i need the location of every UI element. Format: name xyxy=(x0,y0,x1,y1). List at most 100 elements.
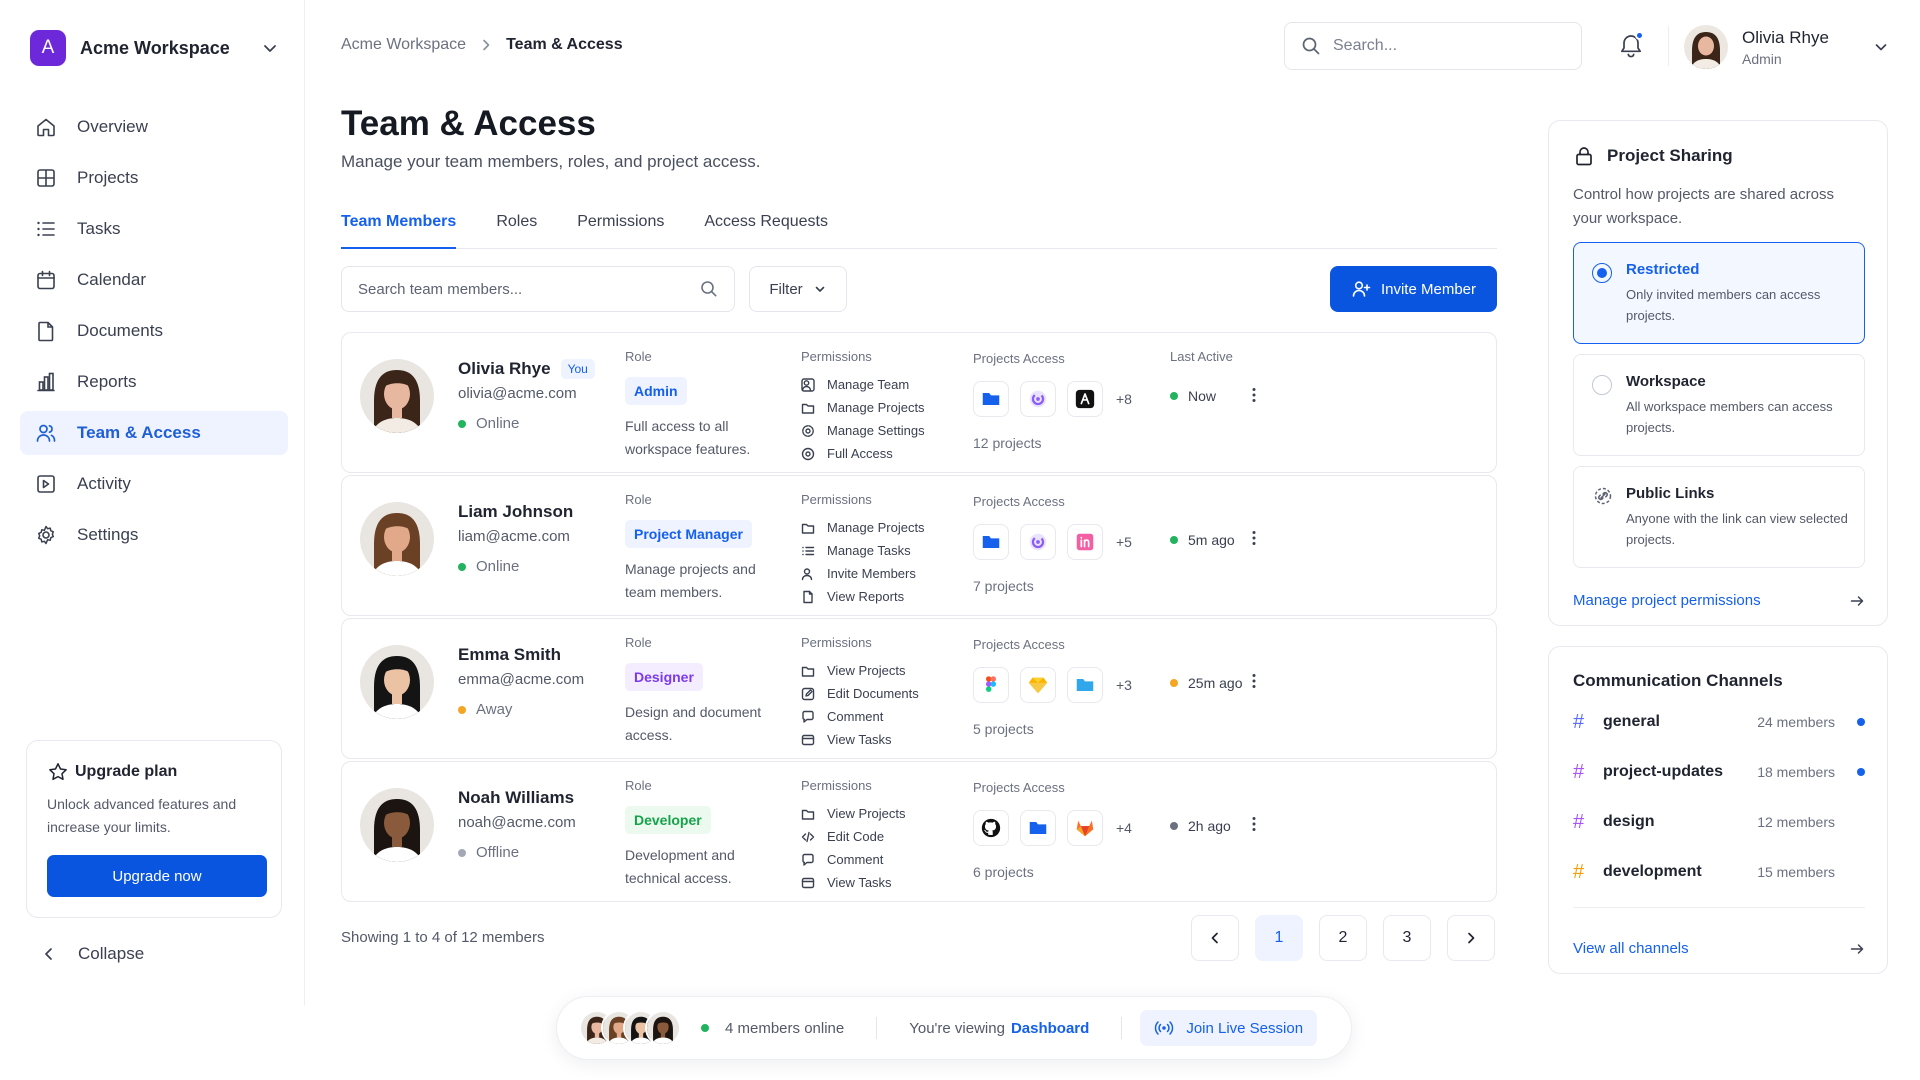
sidebar-item-calendar[interactable]: Calendar xyxy=(20,258,288,302)
more-projects-count[interactable]: +3 xyxy=(1116,677,1132,693)
global-search[interactable] xyxy=(1284,22,1582,70)
blue-folder-icon xyxy=(1029,822,1047,834)
next-page-button[interactable] xyxy=(1447,915,1495,961)
sharing-option-restricted[interactable]: Restricted Only invited members can acce… xyxy=(1573,242,1865,344)
more-projects-count[interactable]: +5 xyxy=(1116,534,1132,550)
member-name-row: Olivia Rhye You xyxy=(458,359,595,379)
sidebar-item-tasks[interactable]: Tasks xyxy=(20,207,288,251)
online-avatars xyxy=(579,1010,681,1046)
role-description: Design and document access. xyxy=(625,704,762,743)
chevron-down-icon xyxy=(264,45,276,52)
last-active: 2h ago xyxy=(1170,818,1231,834)
viewing-page-link[interactable]: Dashboard xyxy=(1011,1020,1089,1037)
sidebar-item-settings[interactable]: Settings xyxy=(20,513,288,557)
permission-list: View Projects Edit Documents Comment Vie… xyxy=(801,659,919,751)
radio-unselected[interactable] xyxy=(1592,375,1612,395)
member-row[interactable]: Noah Williams noah@acme.com Offline Role… xyxy=(341,761,1497,902)
project-tile[interactable] xyxy=(973,381,1009,417)
breadcrumb-parent[interactable]: Acme Workspace xyxy=(341,36,466,54)
project-tile[interactable] xyxy=(1067,667,1103,703)
project-tile[interactable] xyxy=(1020,381,1056,417)
projects-column-label: Projects Access xyxy=(973,780,1065,795)
folder-icon xyxy=(801,809,815,820)
project-tile[interactable] xyxy=(1067,524,1103,560)
tab-access-requests[interactable]: Access Requests xyxy=(704,213,828,249)
channel-item[interactable]: # design 12 members xyxy=(1573,810,1865,834)
grid-icon xyxy=(35,167,57,189)
user-menu[interactable]: Olivia Rhye Admin xyxy=(1684,24,1829,70)
workspace-switcher[interactable]: A Acme Workspace xyxy=(30,30,280,66)
task-icon xyxy=(801,734,815,745)
hash-icon: # xyxy=(1573,710,1585,733)
sharing-option-public-links[interactable]: Public Links Anyone with the link can vi… xyxy=(1573,466,1865,568)
channel-item[interactable]: # project-updates 18 members xyxy=(1573,760,1865,784)
sidebar-item-team-access[interactable]: Team & Access xyxy=(20,411,288,455)
role-column-label: Role xyxy=(625,635,652,650)
sidebar-item-reports[interactable]: Reports xyxy=(20,360,288,404)
project-tile[interactable] xyxy=(1067,810,1103,846)
page-button[interactable]: 3 xyxy=(1383,915,1431,961)
invite-member-button[interactable]: Invite Member xyxy=(1330,266,1497,312)
more-projects-count[interactable]: +4 xyxy=(1116,820,1132,836)
search-icon xyxy=(1302,37,1320,55)
page-button[interactable]: 2 xyxy=(1319,915,1367,961)
hash-icon: # xyxy=(1573,760,1585,783)
channel-item[interactable]: # development 15 members xyxy=(1573,860,1865,884)
sidebar-item-projects[interactable]: Projects xyxy=(20,156,288,200)
tab-permissions[interactable]: Permissions xyxy=(577,213,664,249)
permission-label: Manage Settings xyxy=(827,423,925,438)
project-tile[interactable] xyxy=(973,810,1009,846)
sidebar-item-label: Documents xyxy=(77,321,163,340)
team-search-input[interactable] xyxy=(358,280,700,298)
project-tile[interactable] xyxy=(973,524,1009,560)
page-button[interactable]: 1 xyxy=(1255,915,1303,961)
member-row[interactable]: Emma Smith emma@acme.com Away Role Desig… xyxy=(341,618,1497,759)
manage-permissions-link[interactable]: Manage project permissions xyxy=(1573,592,1865,609)
status-label: Online xyxy=(476,558,520,575)
member-row[interactable]: Liam Johnson liam@acme.com Online Role P… xyxy=(341,475,1497,616)
member-row[interactable]: Olivia Rhye You olivia@acme.com Online R… xyxy=(341,332,1497,473)
view-all-channels-link[interactable]: View all channels xyxy=(1573,940,1865,957)
project-tile[interactable] xyxy=(973,667,1009,703)
viewing-prefix: You're viewing xyxy=(909,1019,1005,1037)
project-tile[interactable] xyxy=(1067,381,1103,417)
prev-page-button[interactable] xyxy=(1191,915,1239,961)
more-options-icon[interactable] xyxy=(1244,528,1264,548)
collapse-sidebar-button[interactable]: Collapse xyxy=(40,944,144,964)
permission-item: Manage Projects xyxy=(801,396,925,419)
more-options-icon[interactable] xyxy=(1244,671,1264,691)
option-description: Anyone with the link can view selected p… xyxy=(1626,511,1848,547)
permissions-column-label: Permissions xyxy=(801,778,872,793)
tab-team-members[interactable]: Team Members xyxy=(341,213,457,249)
more-options-icon[interactable] xyxy=(1244,814,1264,834)
join-live-session-button[interactable]: Join Live Session xyxy=(1140,1010,1318,1046)
last-active: 25m ago xyxy=(1170,675,1242,691)
unread-dot xyxy=(1857,768,1865,776)
team-search[interactable] xyxy=(341,266,735,312)
permission-label: View Tasks xyxy=(827,732,892,747)
more-projects-count[interactable]: +8 xyxy=(1116,391,1132,407)
channels-title: Communication Channels xyxy=(1573,671,1783,690)
project-sharing-card: Project Sharing Control how projects are… xyxy=(1548,120,1888,626)
chevron-down-icon[interactable] xyxy=(1872,38,1890,56)
permission-label: Manage Projects xyxy=(827,520,925,535)
notifications-button[interactable] xyxy=(1617,31,1645,60)
sidebar-item-documents[interactable]: Documents xyxy=(20,309,288,353)
link-icon xyxy=(1594,487,1612,505)
search-input[interactable] xyxy=(1333,37,1563,55)
tab-roles[interactable]: Roles xyxy=(496,213,537,249)
channel-item[interactable]: # general 24 members xyxy=(1573,710,1865,734)
project-tile[interactable] xyxy=(1020,667,1056,703)
upgrade-now-button[interactable]: Upgrade now xyxy=(47,855,267,897)
radio-selected[interactable] xyxy=(1592,263,1612,283)
sharing-option-workspace[interactable]: Workspace All workspace members can acce… xyxy=(1573,354,1865,456)
project-tile[interactable] xyxy=(1020,810,1056,846)
sidebar-item-overview[interactable]: Overview xyxy=(20,105,288,149)
more-options-icon[interactable] xyxy=(1244,385,1264,405)
permission-list: Manage Team Manage Projects Manage Setti… xyxy=(801,373,925,465)
filter-button[interactable]: Filter xyxy=(749,266,847,312)
sidebar-item-activity[interactable]: Activity xyxy=(20,462,288,506)
project-tile[interactable] xyxy=(1020,524,1056,560)
permission-item: Manage Projects xyxy=(801,516,925,539)
member-email: olivia@acme.com xyxy=(458,385,577,402)
